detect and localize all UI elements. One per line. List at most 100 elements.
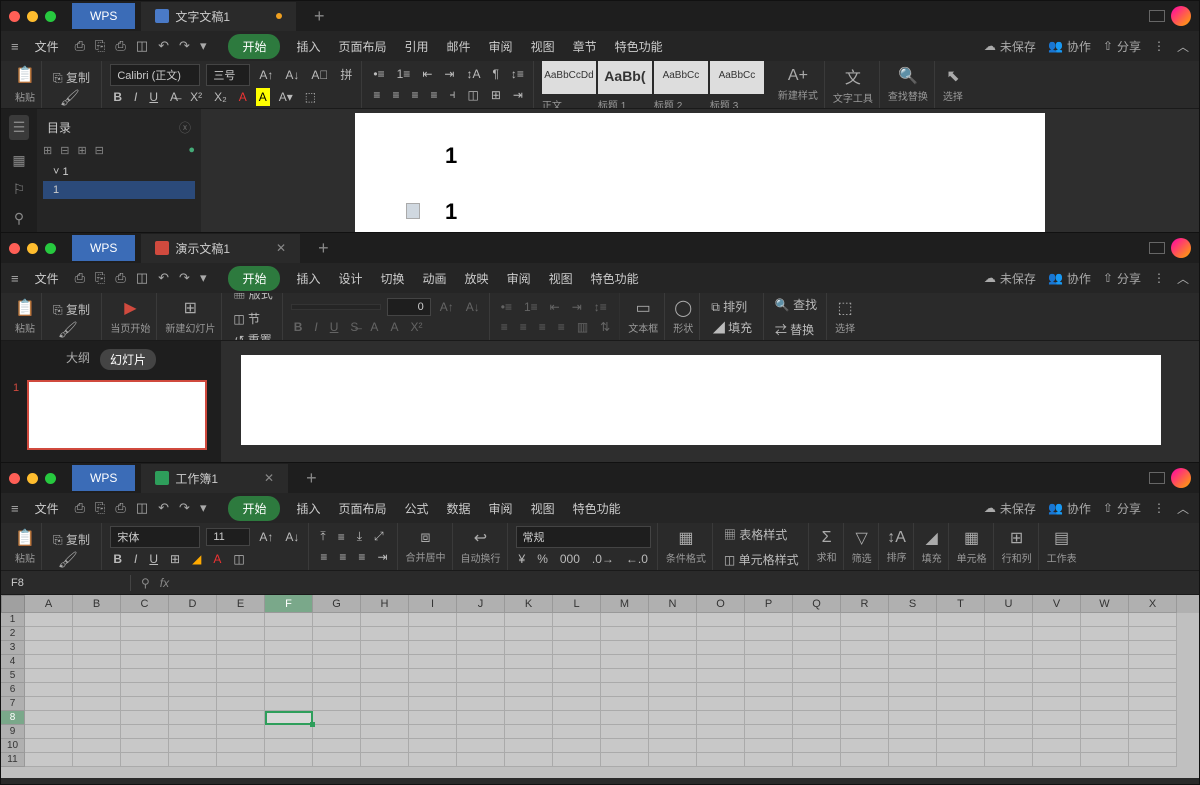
cell[interactable] — [457, 655, 505, 669]
cell[interactable] — [505, 697, 553, 711]
cell[interactable] — [217, 683, 265, 697]
cell[interactable] — [217, 697, 265, 711]
wps-home-tab[interactable]: WPS — [72, 3, 135, 29]
cell[interactable] — [745, 753, 793, 767]
menu-mail[interactable]: 邮件 — [445, 34, 473, 59]
cell[interactable] — [25, 641, 73, 655]
cell[interactable] — [985, 683, 1033, 697]
cell[interactable] — [169, 641, 217, 655]
cell[interactable] — [313, 655, 361, 669]
format-painter-icon[interactable]: 🖌 — [60, 88, 90, 108]
cell[interactable] — [553, 627, 601, 641]
save-icon[interactable]: ⎙ — [75, 38, 85, 54]
font-selector[interactable]: 宋体 — [110, 526, 200, 548]
sort-button[interactable]: ↕A — [463, 65, 483, 83]
arrange-button[interactable]: ⧉ 排列 — [708, 296, 757, 317]
cell[interactable] — [697, 669, 745, 683]
cell[interactable] — [1129, 711, 1177, 725]
cell[interactable] — [649, 613, 697, 627]
grow-font-icon[interactable]: A↑ — [256, 66, 276, 84]
col-header[interactable]: G — [313, 595, 361, 613]
cell[interactable] — [697, 641, 745, 655]
cell[interactable] — [649, 725, 697, 739]
cell[interactable] — [1033, 613, 1081, 627]
cell[interactable] — [265, 725, 313, 739]
indent-button[interactable]: ⇤ — [547, 298, 563, 316]
bold-button[interactable]: B — [291, 318, 306, 336]
cell[interactable] — [505, 725, 553, 739]
cell[interactable] — [265, 683, 313, 697]
cell[interactable] — [985, 613, 1033, 627]
col-header[interactable]: A — [25, 595, 73, 613]
menu-start[interactable]: 开始 — [228, 34, 280, 59]
cell[interactable] — [841, 725, 889, 739]
cell[interactable] — [313, 697, 361, 711]
cell[interactable] — [553, 641, 601, 655]
traffic-lights[interactable] — [9, 243, 56, 254]
numbering-button[interactable]: 1≡ — [521, 298, 541, 316]
collapse-ribbon-icon[interactable]: ︿ — [1177, 270, 1189, 287]
col-header[interactable]: J — [457, 595, 505, 613]
cell[interactable] — [313, 739, 361, 753]
percent-button[interactable]: % — [534, 550, 551, 568]
cell[interactable] — [313, 725, 361, 739]
hamburger-icon[interactable]: ≡ — [11, 271, 19, 286]
font-selector[interactable] — [291, 304, 381, 310]
menu-feature[interactable]: 特色功能 — [613, 34, 665, 59]
cell[interactable] — [1129, 655, 1177, 669]
cell[interactable] — [1033, 711, 1081, 725]
outdent-button[interactable]: ⇥ — [569, 298, 585, 316]
font-color-button[interactable]: A — [210, 550, 224, 568]
bullets-button[interactable]: •≡ — [498, 298, 515, 316]
cell[interactable] — [457, 669, 505, 683]
cell[interactable] — [217, 655, 265, 669]
cell-style-button[interactable]: ◫ 单元格样式 — [721, 549, 802, 570]
format-painter-icon[interactable]: 🖌 — [58, 320, 88, 340]
collab-button[interactable]: 👥 协作 — [1048, 270, 1091, 287]
cell[interactable] — [841, 697, 889, 711]
cell[interactable] — [793, 641, 841, 655]
cell[interactable] — [985, 711, 1033, 725]
menu-file[interactable]: 文件 — [33, 34, 61, 59]
user-avatar[interactable] — [1171, 6, 1191, 26]
outline-promote-icon[interactable]: ⊞ — [77, 144, 86, 157]
cond-format-icon[interactable]: ▦ — [678, 528, 693, 548]
wps-home-tab[interactable]: WPS — [72, 235, 135, 261]
search-tab-icon[interactable]: ⚲ — [14, 210, 24, 227]
cell[interactable] — [361, 697, 409, 711]
cell[interactable] — [1081, 669, 1129, 683]
menu-design[interactable]: 设计 — [337, 266, 365, 291]
cell[interactable] — [217, 669, 265, 683]
cell[interactable] — [937, 697, 985, 711]
cell[interactable] — [169, 613, 217, 627]
cell[interactable] — [601, 683, 649, 697]
qat-dropdown-icon[interactable]: ▾ — [200, 270, 207, 286]
underline-button[interactable]: U — [146, 550, 161, 568]
cell[interactable] — [457, 613, 505, 627]
indent-button[interactable]: ⇥ — [441, 65, 457, 83]
row-header[interactable]: 11 — [1, 753, 25, 767]
cell[interactable] — [889, 613, 937, 627]
col-header[interactable]: E — [217, 595, 265, 613]
menu-insert[interactable]: 插入 — [294, 266, 322, 291]
cell[interactable] — [649, 683, 697, 697]
cell[interactable] — [1129, 739, 1177, 753]
col-header[interactable]: B — [73, 595, 121, 613]
cell[interactable] — [1129, 697, 1177, 711]
cell[interactable] — [841, 655, 889, 669]
fill-icon[interactable]: ◢ — [925, 528, 937, 548]
row-header[interactable]: 3 — [1, 641, 25, 655]
cell[interactable] — [457, 627, 505, 641]
cell[interactable] — [121, 683, 169, 697]
align-right-button[interactable]: ≡ — [408, 86, 421, 104]
superscript-button[interactable]: X² — [407, 318, 425, 336]
col-header[interactable]: V — [1033, 595, 1081, 613]
col-header[interactable]: P — [745, 595, 793, 613]
document-page[interactable]: 1 1 — [355, 113, 1045, 233]
cell[interactable] — [169, 753, 217, 767]
cell[interactable] — [361, 613, 409, 627]
cell[interactable] — [985, 753, 1033, 767]
cell[interactable] — [793, 655, 841, 669]
cells-icon[interactable]: ▦ — [964, 528, 979, 548]
cell[interactable] — [505, 613, 553, 627]
